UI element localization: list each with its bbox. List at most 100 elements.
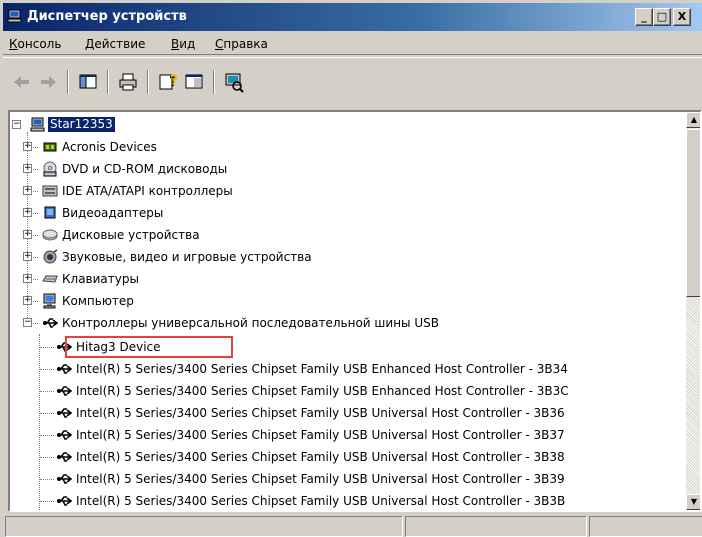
category-label[interactable]: Компьютер xyxy=(62,290,134,312)
tree-connector xyxy=(40,479,54,480)
usb-icon xyxy=(57,408,72,418)
menu-console[interactable]: Консоль xyxy=(9,37,61,51)
category-label[interactable]: Видеоадаптеры xyxy=(62,202,163,224)
maximize-button[interactable]: □ xyxy=(653,8,671,26)
expand-toggle[interactable]: + xyxy=(23,186,32,195)
tree-connector xyxy=(40,457,54,458)
scan-hardware-icon[interactable] xyxy=(223,71,245,93)
tree-category[interactable]: + Клавиатуры xyxy=(10,268,610,290)
menu-view[interactable]: Вид xyxy=(171,37,195,51)
device-manager-icon xyxy=(7,9,22,23)
tree-connector xyxy=(40,501,54,502)
expand-toggle[interactable]: + xyxy=(23,230,32,239)
category-label[interactable]: DVD и CD-ROM дисководы xyxy=(62,158,227,180)
tree-connector xyxy=(40,369,54,370)
collapse-toggle[interactable]: − xyxy=(12,120,21,129)
category-label[interactable]: IDE ATA/ATAPI контроллеры xyxy=(62,180,233,202)
usb-device-row[interactable]: Intel(R) 5 Series/3400 Series Chipset Fa… xyxy=(10,446,686,468)
vertical-scrollbar[interactable]: ▲ ▼ xyxy=(686,112,700,510)
usb-icon xyxy=(57,386,72,396)
expand-toggle[interactable]: + xyxy=(23,252,32,261)
print-icon[interactable] xyxy=(117,71,139,93)
minimize-button[interactable]: _ xyxy=(635,8,653,26)
root-label[interactable]: Star12353 xyxy=(48,117,115,132)
show-hide-tree-icon[interactable] xyxy=(77,71,99,93)
usb-device-row[interactable]: Intel(R) 5 Series/3400 Series Chipset Fa… xyxy=(10,380,686,402)
expand-toggle[interactable]: + xyxy=(23,274,32,283)
expand-toggle[interactable]: + xyxy=(23,208,32,217)
tree-category[interactable]: + IDE ATA/ATAPI контроллеры xyxy=(10,180,610,202)
sound-icon xyxy=(43,249,58,264)
tree-category[interactable]: + DVD и CD-ROM дисководы xyxy=(10,158,610,180)
scroll-thumb[interactable] xyxy=(686,129,700,297)
computer-icon xyxy=(30,117,45,132)
cd-drive-icon xyxy=(43,161,57,177)
device-label[interactable]: Intel(R) 5 Series/3400 Series Chipset Fa… xyxy=(76,380,569,402)
back-arrow-icon[interactable] xyxy=(11,71,33,93)
tree-category[interactable]: + Acronis Devices xyxy=(10,136,610,158)
usb-icon xyxy=(57,430,72,440)
usb-device-row[interactable]: Intel(R) 5 Series/3400 Series Chipset Fa… xyxy=(10,358,686,380)
category-label[interactable]: Контроллеры универсальной последовательн… xyxy=(62,312,439,334)
device-label[interactable]: Intel(R) 5 Series/3400 Series Chipset Fa… xyxy=(76,402,565,424)
disk-drive-icon xyxy=(42,229,58,241)
usb-device-row[interactable]: Intel(R) 5 Series/3400 Series Chipset Fa… xyxy=(10,424,686,446)
usb-icon xyxy=(57,474,72,484)
title-bar[interactable]: Диспетчер устройств _ □ X xyxy=(3,3,702,31)
device-label[interactable]: Intel(R) 5 Series/3400 Series Chipset Fa… xyxy=(76,358,568,380)
tree-connector xyxy=(40,435,54,436)
usb-device-row[interactable]: Intel(R) 5 Series/3400 Series Chipset Fa… xyxy=(10,490,686,510)
tree-category[interactable]: + Видеоадаптеры xyxy=(10,202,610,224)
forward-arrow-icon[interactable] xyxy=(37,71,59,93)
ide-controller-icon xyxy=(42,185,58,197)
toolbar-separator xyxy=(213,70,215,94)
category-label[interactable]: Клавиатуры xyxy=(62,268,139,290)
device-label[interactable]: Intel(R) 5 Series/3400 Series Chipset Fa… xyxy=(76,446,565,468)
toolbar-separator xyxy=(67,70,69,94)
tree-connector xyxy=(40,391,54,392)
usb-icon xyxy=(57,452,72,462)
usb-device-row[interactable]: Intel(R) 5 Series/3400 Series Chipset Fa… xyxy=(10,402,686,424)
toolbar: ? ? xyxy=(3,57,702,105)
status-pane-main xyxy=(5,516,403,537)
menu-bar: Консоль Действие Вид Справка xyxy=(3,33,702,55)
usb-icon xyxy=(57,364,72,374)
device-label[interactable]: Intel(R) 5 Series/3400 Series Chipset Fa… xyxy=(76,490,565,510)
scroll-up-button[interactable]: ▲ xyxy=(686,112,700,128)
menu-help[interactable]: Справка xyxy=(215,37,268,51)
status-pane-secondary xyxy=(405,516,587,537)
usb-icon xyxy=(57,496,72,506)
tree-category[interactable]: + Звуковые, видео и игровые устройства xyxy=(10,246,610,268)
help-icon[interactable]: ? ? xyxy=(157,71,179,93)
status-pane-tertiary xyxy=(589,516,702,537)
tree-category-expanded[interactable]: − Контроллеры универсальной последовател… xyxy=(10,312,686,334)
toolbar-separator xyxy=(147,70,149,94)
category-label[interactable]: Acronis Devices xyxy=(62,136,157,158)
status-bar xyxy=(3,514,702,537)
scroll-down-button[interactable]: ▼ xyxy=(686,494,700,510)
tree-root[interactable]: − Star12353 xyxy=(10,114,310,136)
tree-category[interactable]: + Компьютер xyxy=(10,290,610,312)
expand-toggle[interactable]: + xyxy=(23,142,32,151)
device-tree[interactable]: − Star12353 + Acronis Devices + DVD и CD… xyxy=(10,112,686,510)
usb-device-row[interactable]: Intel(R) 5 Series/3400 Series Chipset Fa… xyxy=(10,468,686,490)
highlight-annotation xyxy=(65,336,233,358)
expand-toggle[interactable]: + xyxy=(23,296,32,305)
category-label[interactable]: Дисковые устройства xyxy=(62,224,200,246)
keyboard-icon xyxy=(42,275,58,283)
tree-connector xyxy=(40,347,54,348)
chip-icon xyxy=(43,142,57,152)
close-button[interactable]: X xyxy=(673,8,691,26)
device-label[interactable]: Intel(R) 5 Series/3400 Series Chipset Fa… xyxy=(76,468,565,490)
toolbar-separator xyxy=(107,70,109,94)
tree-category[interactable]: + Дисковые устройства xyxy=(10,224,610,246)
svg-text:?: ? xyxy=(170,73,178,89)
expand-toggle[interactable]: + xyxy=(23,164,32,173)
properties-icon[interactable] xyxy=(183,71,205,93)
collapse-toggle[interactable]: − xyxy=(23,318,32,327)
usb-icon xyxy=(43,318,58,328)
menu-action[interactable]: Действие xyxy=(85,37,145,51)
device-manager-window: Диспетчер устройств _ □ X Консоль Действ… xyxy=(0,0,702,537)
device-label[interactable]: Intel(R) 5 Series/3400 Series Chipset Fa… xyxy=(76,424,565,446)
category-label[interactable]: Звуковые, видео и игровые устройства xyxy=(62,246,312,268)
